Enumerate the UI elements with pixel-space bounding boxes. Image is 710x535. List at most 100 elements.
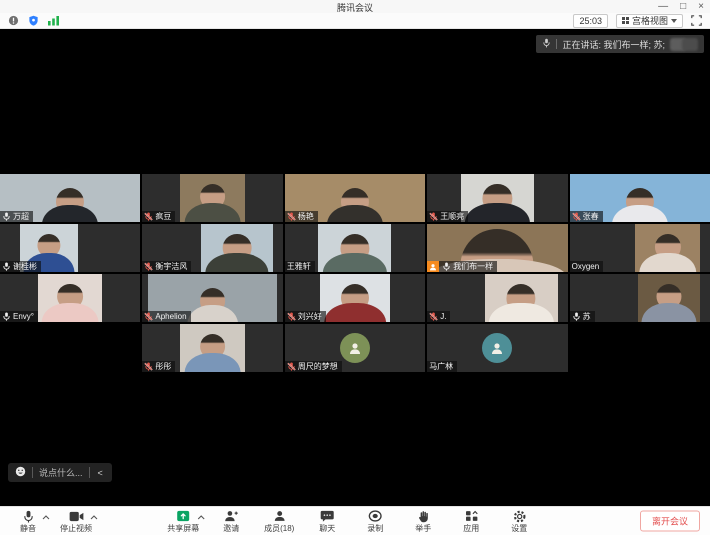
toolbar-icon <box>417 509 429 523</box>
video-stage: 正在讲话: 我们布一样; 苏; 万超 疯豆 <box>0 29 710 506</box>
participant-name: 彤彤 <box>155 362 171 371</box>
participant-name: 我们布一样 <box>453 262 493 271</box>
person-silhouette <box>180 174 245 222</box>
participant-label: Envy° <box>0 311 38 322</box>
toolbar-button-hand[interactable]: 举手 <box>401 509 445 533</box>
maximize-icon[interactable]: □ <box>680 2 686 12</box>
emoji-icon[interactable] <box>15 464 26 482</box>
toolbar-button-share[interactable]: 共享屏幕 <box>161 509 205 533</box>
participant-tile[interactable]: 衡宇洁风 <box>142 224 282 272</box>
participant-label: 苏 <box>570 311 595 322</box>
minimize-icon[interactable]: — <box>658 2 668 12</box>
participant-video <box>180 174 245 222</box>
toolbar-label: 成员(18) <box>264 524 294 533</box>
participant-label: 马广林 <box>427 361 457 372</box>
participant-tile[interactable]: 周尺的梦想 <box>285 324 425 372</box>
participant-label: J. <box>427 311 450 322</box>
participant-tile[interactable]: Aphelion <box>142 274 282 322</box>
person-silhouette <box>461 174 534 222</box>
speaker-avatars <box>670 38 698 51</box>
chevron-up-icon[interactable] <box>42 515 50 520</box>
toolbar-button-apps[interactable]: 应用 <box>449 509 493 533</box>
toolbar-button-settings[interactable]: 设置 <box>497 509 541 533</box>
participant-video <box>318 224 391 272</box>
close-icon[interactable]: × <box>698 2 704 12</box>
mic-status-icon <box>2 212 11 221</box>
toolbar-icon <box>320 509 334 523</box>
toolbar-label: 静音 <box>20 524 36 533</box>
participant-tile[interactable]: 马广林 <box>427 324 567 372</box>
participant-name: 马广林 <box>429 362 453 371</box>
participant-avatar <box>340 333 370 363</box>
participant-video <box>38 274 103 322</box>
participant-video <box>635 224 700 272</box>
mic-status-icon <box>572 212 581 221</box>
chevron-down-icon <box>671 19 677 23</box>
bottom-toolbar: 静音 停止视频 共享屏幕 邀请 成员(18) <box>0 506 710 535</box>
status-right: 25:03 宫格视图 <box>573 14 702 28</box>
participant-tile[interactable]: 我们布一样 <box>427 224 567 272</box>
mic-status-icon <box>429 212 438 221</box>
toolbar-button-members[interactable]: 成员(18) <box>257 509 301 533</box>
participant-tile[interactable]: 疯豆 <box>142 174 282 222</box>
participant-name: 疯豆 <box>155 212 171 221</box>
participant-name: 万超 <box>13 212 29 221</box>
toolbar-button-invite[interactable]: 邀请 <box>209 509 253 533</box>
toolbar-label: 共享屏幕 <box>167 524 199 533</box>
participant-video <box>180 324 245 372</box>
toolbar-icon <box>176 509 190 523</box>
leave-meeting-button[interactable]: 离开会议 <box>640 511 700 532</box>
chevron-up-icon[interactable] <box>197 515 205 520</box>
participant-name: J. <box>440 312 446 321</box>
person-silhouette <box>180 324 245 372</box>
participant-tile[interactable]: 刘兴好 <box>285 274 425 322</box>
mic-status-icon <box>144 362 153 371</box>
participant-name: Oxygen <box>572 262 600 271</box>
grid-view-icon <box>622 17 629 24</box>
participant-label: Oxygen <box>570 261 604 272</box>
participant-tile[interactable]: Envy° <box>0 274 140 322</box>
participant-video <box>201 224 273 272</box>
host-badge-icon <box>427 261 439 272</box>
participant-tile[interactable]: Oxygen <box>570 224 710 272</box>
participant-video <box>320 274 390 322</box>
participant-tile[interactable]: 苏 <box>570 274 710 322</box>
view-mode-selector[interactable]: 宫格视图 <box>616 14 683 28</box>
toolbar-button-record[interactable]: 录制 <box>353 509 397 533</box>
toolbar-label: 应用 <box>463 524 479 533</box>
collapse-chat-button[interactable]: < <box>96 468 105 478</box>
fullscreen-icon[interactable] <box>691 15 702 26</box>
participant-label: 彤彤 <box>142 361 175 372</box>
speaking-label: 正在讲话: 我们布一样; 苏; <box>562 38 665 51</box>
participant-tile[interactable]: 王雅轩 <box>285 224 425 272</box>
participant-tile[interactable]: 谢桂彬 <box>0 224 140 272</box>
chevron-up-icon[interactable] <box>90 515 98 520</box>
meeting-protect-shield-icon[interactable] <box>28 15 39 26</box>
participant-tile[interactable]: 万超 <box>0 174 140 222</box>
title-bar: 腾讯会议 — □ × <box>0 0 710 13</box>
participant-tile[interactable]: 杨艳 <box>285 174 425 222</box>
toolbar-icon <box>69 509 84 523</box>
toolbar-label: 举手 <box>415 524 431 533</box>
participant-name: 周尺的梦想 <box>298 362 338 371</box>
participant-tile[interactable]: 张春 <box>570 174 710 222</box>
meeting-info-icon[interactable] <box>8 15 19 26</box>
participant-name: 刘兴好 <box>298 312 322 321</box>
toolbar-label: 设置 <box>511 524 527 533</box>
mic-status-icon <box>442 262 451 271</box>
participant-tile[interactable]: 彤彤 <box>142 324 282 372</box>
participant-tile[interactable]: J. <box>427 274 567 322</box>
participant-label: 杨艳 <box>285 211 318 222</box>
toolbar-button-camera[interactable]: 停止视频 <box>54 509 98 533</box>
participant-label: 我们布一样 <box>427 261 497 272</box>
mic-status-icon <box>287 212 296 221</box>
toolbar-icon <box>224 509 238 523</box>
participant-name: 谢桂彬 <box>13 262 37 271</box>
toolbar-button-chat[interactable]: 聊天 <box>305 509 349 533</box>
participant-tile[interactable]: 王顺亮 <box>427 174 567 222</box>
toolbar-button-mic[interactable]: 静音 <box>6 509 50 533</box>
chat-input-placeholder[interactable]: 说点什么... <box>39 466 83 479</box>
network-signal-icon[interactable] <box>48 15 60 26</box>
chat-quick-bar[interactable]: 说点什么... < <box>8 463 112 482</box>
participant-label: 万超 <box>0 211 33 222</box>
